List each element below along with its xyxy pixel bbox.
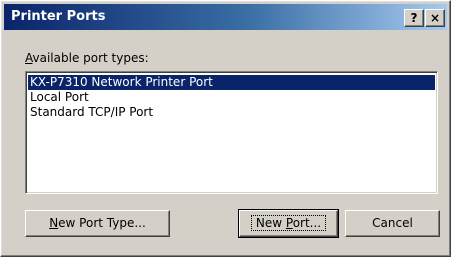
list-item[interactable]: Local Port [28,90,89,105]
printer-ports-dialog: Printer Ports ? × Available port types: … [0,0,451,257]
button-label-prefix: New [255,216,286,230]
new-port-type-button[interactable]: New Port Type... [25,210,170,237]
help-icon[interactable]: ? [404,9,424,27]
available-port-types-label: Available port types: [25,51,149,65]
list-item-label: Standard TCP/IP Port [30,105,154,119]
button-label: ort... [292,216,322,230]
button-label: ew Port Type... [58,216,146,230]
window-title: Printer Ports [11,9,106,24]
focus-rect: New Port... [250,215,327,231]
label-mnemonic: A [25,51,33,65]
list-item[interactable]: Standard TCP/IP Port [28,105,153,120]
close-icon[interactable]: × [425,9,445,27]
list-item-label: KX-P7310 Network Printer Port [30,75,213,89]
port-types-listbox[interactable]: KX-P7310 Network Printer Port Local Port… [25,71,438,194]
new-port-button[interactable]: New Port... [238,209,339,238]
button-mnemonic: N [49,216,59,230]
list-item[interactable]: KX-P7310 Network Printer Port [28,75,435,90]
label-text: vailable port types: [32,51,149,65]
list-item-label: Local Port [30,90,89,104]
button-mnemonic: P [285,216,293,230]
cancel-button[interactable]: Cancel [345,210,440,237]
title-bar[interactable]: Printer Ports ? × [4,4,447,30]
